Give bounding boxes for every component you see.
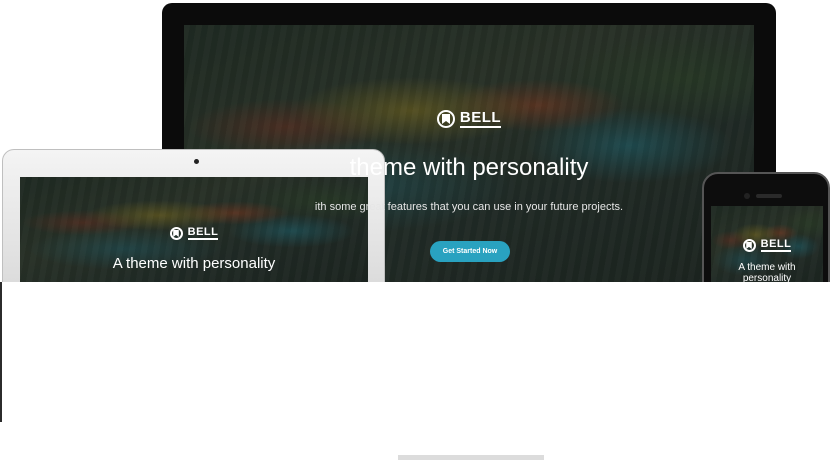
laptop-logo[interactable]: BELL [20,226,368,240]
logo-text: BELL [760,238,792,252]
phone-camera [744,193,750,199]
laptop-screen: BELL A theme with personality [20,177,368,297]
bookmark-icon [169,226,183,240]
monitor-headline: theme with personality [349,154,589,181]
monitor-logo[interactable]: BELL [184,109,754,128]
scrollbar[interactable] [398,455,544,460]
phone-mockup: BELL A theme with personality [702,172,830,296]
phone-logo[interactable]: BELL [711,238,823,252]
phone-speaker [756,194,782,198]
laptop-headline: A theme with personality [112,255,276,272]
bookmark-icon [742,238,756,252]
bookmark-icon [436,109,455,128]
logo-text: BELL [459,109,502,128]
get-started-button[interactable]: Get Started Now [430,241,510,262]
monitor-subtext: ith some great features that you can use… [314,201,624,213]
divider [0,282,2,422]
blank-area [0,282,833,460]
phone-headline: A theme with personality [738,262,796,284]
logo-text: BELL [187,226,219,240]
